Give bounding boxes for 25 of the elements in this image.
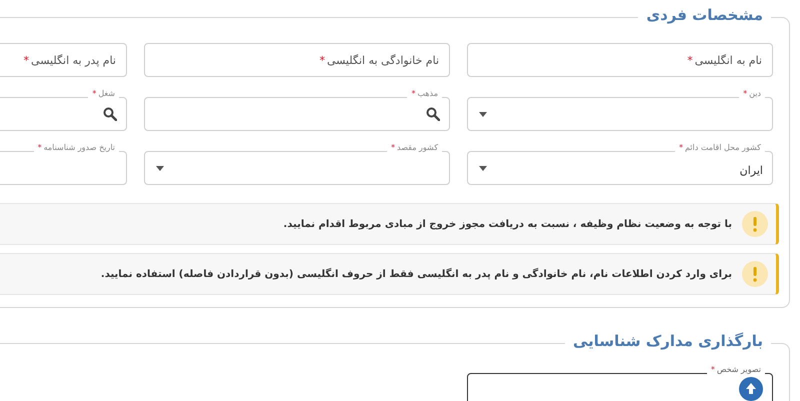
field-label: تاریخ صدور شناسنامه * [34, 143, 119, 152]
field-label: شغل * [88, 89, 119, 98]
alert-text: برای وارد کردن اطلاعات نام، نام خانوادگی و نام پدر به انگلیسی فقط از حروف انگلیسی (بدون قراردادن فاصله) استفاده نمایید. [100, 268, 732, 280]
select-field[interactable]: کشور مقصد * [144, 143, 450, 185]
field-label: کشور مقصد * [387, 143, 442, 152]
field-label: دین * [739, 89, 765, 98]
warning-icon [742, 261, 768, 287]
select-field[interactable]: کشور محل اقامت دائم * ایران [467, 143, 773, 185]
caret-icon [479, 112, 487, 117]
search-field[interactable]: مذهب * [144, 89, 450, 131]
input-field[interactable]: نام پدر به انگلیسی * [0, 43, 127, 77]
input-field[interactable]: نام به انگلیسی * [467, 43, 773, 77]
caret-icon [156, 166, 164, 171]
warning-icon [742, 211, 768, 237]
field-label: کشور محل اقامت دائم * [674, 143, 765, 152]
search-icon [426, 107, 440, 121]
input-field[interactable]: نام خانوادگی به انگلیسی * [144, 43, 450, 77]
section-title: بارگذاری مدارک شناسایی [564, 332, 771, 350]
search-icon [103, 107, 117, 121]
field-label: تصویر شخص * [706, 365, 765, 374]
select-field[interactable]: دین * [467, 89, 773, 131]
field-label: مذهب * [407, 89, 442, 98]
section-title: مشخصات فردی [638, 6, 771, 24]
caret-icon [479, 166, 487, 171]
alert-text: با توجه به وضعیت نظام وظیفه ، نسبت به دریافت مجوز خروج از مبادی مربوط اقدام نمایید. [283, 218, 732, 230]
